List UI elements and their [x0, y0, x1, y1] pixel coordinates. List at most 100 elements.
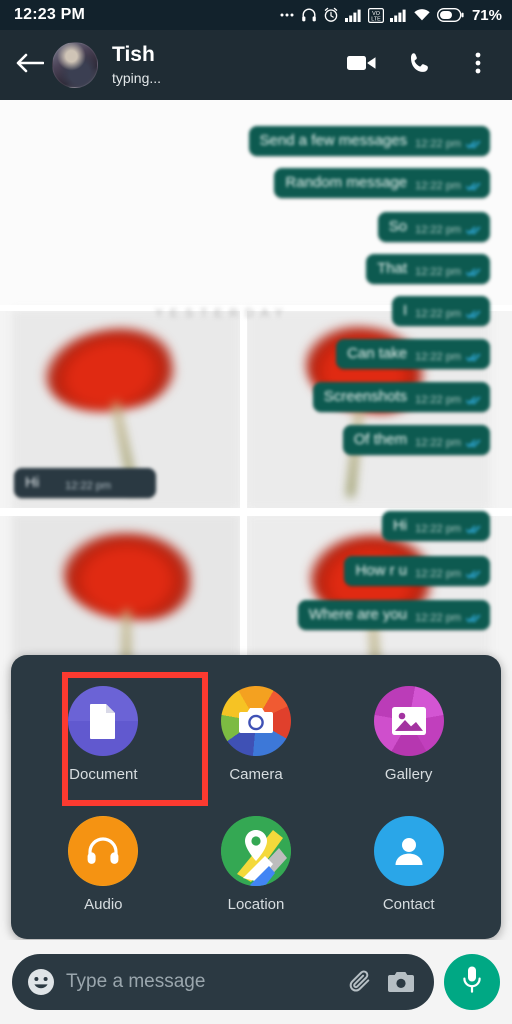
read-receipt-icon	[466, 182, 481, 190]
app-bar-actions	[346, 49, 500, 81]
message-time: 12:22 pm	[415, 224, 461, 236]
back-button[interactable]	[10, 45, 50, 85]
avatar[interactable]	[52, 42, 98, 88]
video-call-icon	[347, 53, 377, 78]
ellipsis-icon	[279, 12, 295, 18]
message-bubble[interactable]: Where are you 12:22 pm	[297, 600, 490, 630]
attachment-grid: Document Camera Gallery Audio Location C…	[11, 655, 501, 939]
status-bar: 12:23 PM VO LTE 71%	[0, 0, 512, 30]
message-meta: 12:22 pm	[415, 224, 481, 236]
contact-status: typing...	[112, 70, 162, 86]
attachment-label: Audio	[84, 895, 123, 913]
message-meta: 12:22 pm	[415, 437, 481, 449]
alarm-icon	[323, 7, 339, 23]
message-meta: 12:22 pm	[415, 351, 481, 363]
overflow-menu-icon	[475, 51, 481, 80]
message-time: 12:22 pm	[415, 437, 461, 449]
status-bar-icons: VO LTE 71%	[279, 7, 502, 24]
message-bubble[interactable]: Of them 12:22 pm	[342, 425, 490, 455]
message-text: Where are you	[308, 606, 408, 623]
gallery-icon	[373, 685, 444, 756]
message-text: How r u	[355, 562, 408, 579]
message-bubble[interactable]: Hi 12:22 pm	[381, 511, 490, 541]
status-bar-clock: 12:23 PM	[14, 6, 85, 23]
message-time: 12:22 pm	[415, 523, 461, 535]
message-time: 12:22 pm	[415, 612, 461, 624]
message-text: Can take	[347, 345, 408, 362]
read-receipt-icon	[466, 268, 481, 276]
microphone-icon	[461, 965, 483, 1000]
attachment-label: Location	[227, 895, 285, 913]
contact-name: Tish	[112, 43, 155, 66]
read-receipt-icon	[466, 570, 481, 578]
message-bubble[interactable]: That 12:22 pm	[366, 254, 490, 284]
read-receipt-icon	[466, 353, 481, 361]
message-meta: 12:22 pm	[415, 568, 481, 580]
video-call-button[interactable]	[346, 49, 378, 81]
message-bubble[interactable]: Hi 12:22 pm	[14, 468, 156, 498]
message-meta: 12:22 pm	[415, 612, 481, 624]
message-text: Of them	[353, 431, 408, 448]
message-time: 12:22 pm	[415, 394, 461, 406]
back-arrow-icon	[16, 51, 45, 80]
attachment-label: Camera	[229, 765, 283, 783]
date-divider: YESTERDAY	[155, 306, 290, 320]
emoji-icon[interactable]	[26, 967, 56, 997]
battery-icon	[436, 8, 464, 22]
battery-percent-label: 71%	[471, 6, 502, 24]
attachment-option-location[interactable]: Location	[180, 799, 333, 929]
contact-title-block[interactable]: Tish typing...	[112, 43, 161, 87]
overflow-menu-button[interactable]	[462, 49, 494, 81]
attachment-option-gallery[interactable]: Gallery	[332, 669, 485, 799]
message-bubble[interactable]: Screenshots 12:22 pm	[312, 382, 490, 412]
read-receipt-icon	[466, 396, 481, 404]
message-text: Hi	[25, 474, 40, 491]
contact-icon	[373, 815, 444, 886]
message-text: Hi	[392, 517, 408, 534]
message-text: That	[377, 260, 408, 277]
voice-record-button[interactable]	[444, 954, 500, 1010]
signal-icon-2	[389, 8, 407, 22]
message-time: 12:22 pm	[415, 308, 461, 320]
camera-icon	[220, 685, 291, 756]
attachment-option-contact[interactable]: Contact	[332, 799, 485, 929]
svg-text:LTE: LTE	[371, 16, 381, 22]
message-bubble[interactable]: I 12:22 pm	[391, 296, 490, 326]
message-meta: 12:22 pm	[415, 394, 481, 406]
read-receipt-icon	[466, 140, 481, 148]
message-bubble[interactable]: So 12:22 pm	[377, 212, 490, 242]
paperclip-icon[interactable]	[346, 967, 376, 997]
message-bubble[interactable]: How r u 12:22 pm	[344, 556, 490, 586]
message-time: 12:22 pm	[415, 568, 461, 580]
message-meta: 12:22 pm	[415, 308, 481, 320]
whatsapp-chat-screen: 12:23 PM VO LTE 71% Tish typing... YESTE…	[0, 0, 512, 1024]
attachment-option-audio[interactable]: Audio	[27, 799, 180, 929]
message-meta: 12:22 pm	[415, 523, 481, 535]
attachment-option-document[interactable]: Document	[27, 669, 180, 799]
wifi-icon	[413, 8, 431, 22]
message-bubble[interactable]: Random message 12:22 pm	[274, 168, 490, 198]
attachment-label: Contact	[382, 895, 435, 913]
attachment-panel: Document Camera Gallery Audio Location C…	[11, 655, 501, 939]
attachment-option-camera[interactable]: Camera	[180, 669, 333, 799]
message-time: 12:22 pm	[415, 180, 461, 192]
message-bubble[interactable]: Can take 12:22 pm	[336, 339, 490, 369]
phone-call-icon	[408, 51, 432, 80]
signal-icon	[344, 8, 362, 22]
message-time: 12:22 pm	[65, 480, 112, 492]
message-bubble[interactable]: Send a few messages 12:22 pm	[248, 126, 490, 156]
read-receipt-icon	[466, 614, 481, 622]
voice-call-button[interactable]	[404, 49, 436, 81]
message-meta: 12:22 pm	[415, 266, 481, 278]
document-icon	[68, 685, 139, 756]
audio-icon	[68, 815, 139, 886]
message-input-pill[interactable]: Type a message	[12, 954, 434, 1010]
camera-icon[interactable]	[386, 967, 416, 997]
message-meta: 12:22 pm	[415, 138, 481, 150]
volte-icon: VO LTE	[367, 7, 384, 23]
message-meta: 12:22 pm	[65, 480, 111, 492]
message-text: I	[402, 302, 408, 319]
read-receipt-icon	[466, 226, 481, 234]
attachment-label: Gallery	[384, 765, 433, 783]
message-input-placeholder[interactable]: Type a message	[66, 971, 336, 993]
